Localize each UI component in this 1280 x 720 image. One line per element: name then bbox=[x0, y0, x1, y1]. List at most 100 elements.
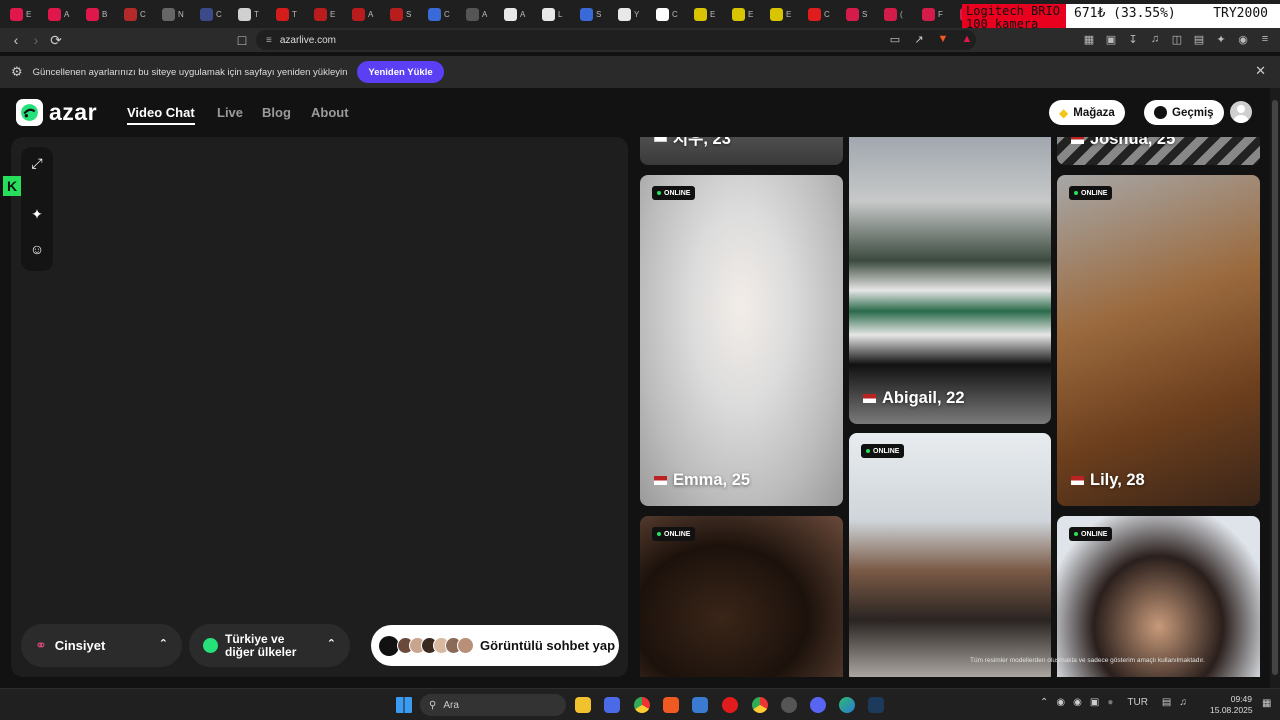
browser-tab[interactable]: F bbox=[916, 3, 954, 25]
bluetooth-icon[interactable]: ▣ bbox=[1090, 697, 1099, 708]
taskbar-search[interactable]: ⚲ Ara bbox=[420, 694, 566, 716]
scrollbar-thumb[interactable] bbox=[1272, 100, 1278, 675]
browser-tab[interactable]: N bbox=[156, 3, 194, 25]
browser-tab[interactable]: B bbox=[80, 3, 118, 25]
windows-start-icon[interactable] bbox=[396, 697, 412, 713]
browser-tab[interactable]: A bbox=[346, 3, 384, 25]
browser-tab[interactable]: A bbox=[42, 3, 80, 25]
reload-page-button[interactable]: Yeniden Yükle bbox=[357, 61, 444, 83]
steam-tray-icon[interactable]: ◉ bbox=[1073, 697, 1082, 708]
network-icon[interactable]: ▤ bbox=[1162, 697, 1171, 708]
browser-tab[interactable]: E bbox=[308, 3, 346, 25]
language-indicator[interactable]: TUR bbox=[1127, 697, 1148, 708]
app-icon[interactable] bbox=[781, 697, 797, 713]
profile-card[interactable]: Joshua, 25 bbox=[1057, 137, 1260, 165]
nav-about[interactable]: About bbox=[311, 105, 349, 120]
browser-tab[interactable]: C bbox=[650, 3, 688, 25]
profile-card[interactable]: ONLINE bbox=[849, 433, 1051, 677]
browser-tab[interactable]: S bbox=[840, 3, 878, 25]
sticker-icon[interactable]: ☺ bbox=[25, 237, 49, 261]
profile-card[interactable]: Abigail, 22 bbox=[849, 137, 1051, 424]
azar-logo[interactable]: azar bbox=[16, 99, 97, 126]
browser-tab[interactable]: A bbox=[498, 3, 536, 25]
youtube-music-icon[interactable] bbox=[722, 697, 738, 713]
start-video-chat-label: Görüntülü sohbet yap bbox=[480, 638, 616, 653]
brave-rewards-icon[interactable]: ▲ bbox=[960, 32, 974, 46]
share-icon[interactable]: ↗ bbox=[912, 32, 926, 46]
youtube-icon bbox=[808, 7, 821, 21]
chevron-up-icon[interactable]: ⌃ bbox=[1040, 697, 1048, 708]
menu-icon[interactable]: ≡ bbox=[1258, 32, 1272, 46]
file-explorer-icon[interactable] bbox=[575, 697, 591, 713]
volume-icon[interactable]: ♫ bbox=[1179, 697, 1187, 708]
profile-avatar[interactable] bbox=[1230, 101, 1252, 123]
nav-video-chat[interactable]: Video Chat bbox=[127, 105, 195, 125]
leo-icon[interactable]: ✦ bbox=[1214, 32, 1228, 46]
browser-tab[interactable]: S bbox=[574, 3, 612, 25]
wallet-icon[interactable]: ▤ bbox=[1192, 32, 1206, 46]
edge-icon[interactable] bbox=[839, 697, 855, 713]
profile-card[interactable]: ONLINE bbox=[640, 516, 843, 677]
browser-tab[interactable]: E bbox=[764, 3, 802, 25]
extensions-icon[interactable]: ▦ bbox=[1082, 32, 1096, 46]
profile-card[interactable]: ONLINE bbox=[1057, 516, 1260, 677]
nav-live[interactable]: Live bbox=[217, 105, 243, 120]
tray-app-icon[interactable]: ◉ bbox=[1056, 697, 1065, 708]
globe-icon bbox=[846, 7, 859, 21]
browser-tab[interactable]: E bbox=[4, 3, 42, 25]
history-button[interactable]: Geçmiş bbox=[1144, 100, 1224, 125]
back-icon[interactable]: ‹ bbox=[6, 30, 26, 50]
sparkle-effects-icon[interactable]: ✦ bbox=[25, 202, 49, 226]
start-video-chat-button[interactable]: Görüntülü sohbet yap bbox=[371, 625, 619, 666]
brave-shield-icon[interactable]: ▼ bbox=[936, 32, 950, 46]
chrome-icon[interactable] bbox=[752, 697, 768, 713]
profile-card[interactable]: ONLINE Lily, 28 bbox=[1057, 175, 1260, 506]
browser-tab[interactable]: L bbox=[536, 3, 574, 25]
browser-tab[interactable]: E bbox=[688, 3, 726, 25]
browser-tab[interactable]: C bbox=[802, 3, 840, 25]
browser-tab[interactable]: T bbox=[232, 3, 270, 25]
profile-card[interactable]: ONLINE Emma, 25 bbox=[640, 175, 843, 506]
site-info-icon[interactable]: ≡ bbox=[266, 35, 272, 46]
steam-icon[interactable] bbox=[868, 697, 884, 713]
browser-tab[interactable]: C bbox=[194, 3, 232, 25]
browser-tab[interactable]: A bbox=[460, 3, 498, 25]
tab-search-icon[interactable]: ▣ bbox=[1104, 32, 1118, 46]
app-icon[interactable] bbox=[692, 697, 708, 713]
browser-tab-label: S bbox=[862, 9, 868, 19]
nav-blog[interactable]: Blog bbox=[262, 105, 291, 120]
mic-icon[interactable]: ● bbox=[1107, 697, 1113, 708]
taskbar-clock[interactable]: 09:49 15.08.2025 bbox=[1210, 694, 1253, 716]
browser-tab[interactable]: C bbox=[118, 3, 156, 25]
online-label: ONLINE bbox=[1081, 530, 1108, 538]
cast-icon[interactable]: ▭ bbox=[888, 32, 902, 46]
gender-filter-button[interactable]: ⚭ Cinsiyet ⌃ bbox=[21, 624, 182, 667]
forward-icon[interactable]: › bbox=[26, 30, 46, 50]
discord-icon[interactable] bbox=[810, 697, 826, 713]
browser-tab[interactable]: C bbox=[422, 3, 460, 25]
bookmark-icon[interactable]: □ bbox=[232, 30, 252, 50]
download-icon[interactable]: ↧ bbox=[1126, 32, 1140, 46]
music-icon[interactable]: ♫ bbox=[1148, 32, 1162, 46]
browser-tab[interactable]: ( bbox=[878, 3, 916, 25]
close-icon[interactable]: ✕ bbox=[1255, 63, 1266, 79]
profile-name-text: Lily, 28 bbox=[1090, 471, 1145, 489]
reload-icon[interactable]: ⟳ bbox=[46, 30, 66, 50]
sidebar-icon[interactable]: ◫ bbox=[1170, 32, 1184, 46]
store-button[interactable]: ◆ Mağaza bbox=[1049, 100, 1125, 125]
region-filter-button[interactable]: Türkiye ve diğer ülkeler ⌃ bbox=[189, 624, 350, 667]
browser-tab[interactable]: Y bbox=[612, 3, 650, 25]
notification-icon[interactable]: ▦ bbox=[1262, 698, 1271, 709]
browser-tab[interactable]: E bbox=[726, 3, 764, 25]
expand-icon[interactable]: ⤢ bbox=[25, 151, 49, 175]
browser-tab-label: E bbox=[710, 9, 716, 19]
vpn-icon[interactable]: ◉ bbox=[1236, 32, 1250, 46]
online-badge: ONLINE bbox=[652, 527, 696, 541]
browser-tab[interactable]: T bbox=[270, 3, 308, 25]
browser-tab[interactable]: S bbox=[384, 3, 422, 25]
profile-card[interactable]: 지우, 23 bbox=[640, 137, 843, 165]
store-app-icon[interactable] bbox=[604, 697, 620, 713]
brave-icon[interactable] bbox=[663, 697, 679, 713]
chrome-icon[interactable] bbox=[634, 697, 650, 713]
address-bar[interactable]: ≡ azarlive.com bbox=[256, 30, 976, 50]
